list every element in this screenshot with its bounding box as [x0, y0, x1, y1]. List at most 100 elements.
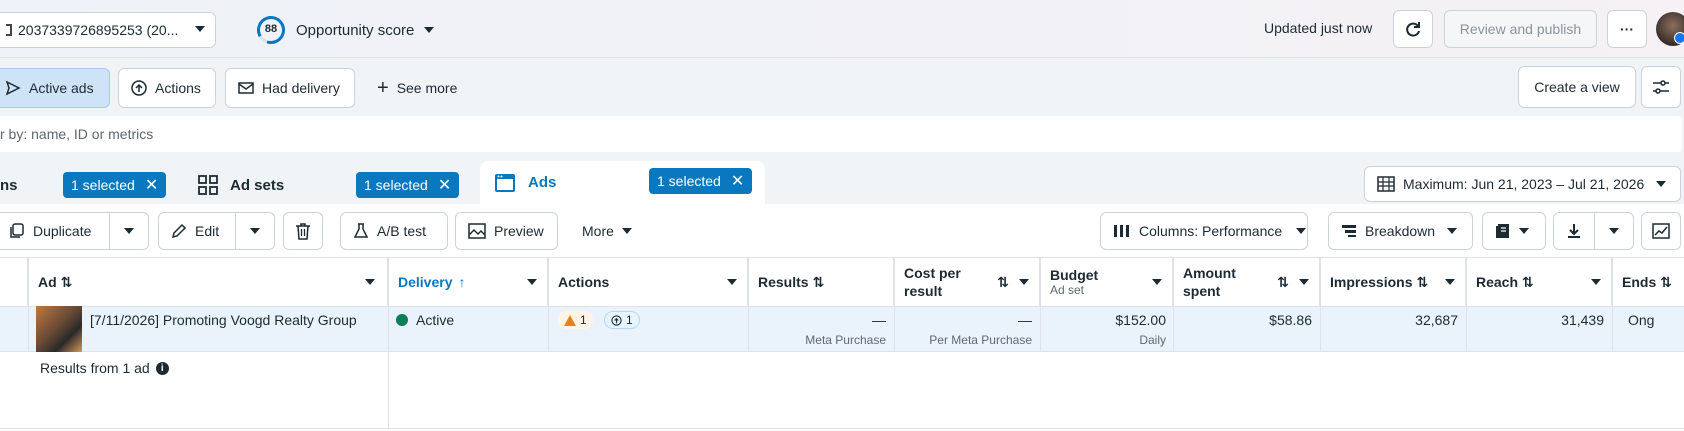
actions-badge[interactable]: 1: [604, 311, 640, 329]
chevron-down-icon[interactable]: [527, 279, 537, 285]
ad-thumbnail[interactable]: [36, 306, 82, 352]
results-summary-label: Results from 1 ad: [40, 360, 150, 376]
chevron-down-icon: [621, 228, 632, 234]
column-header-ad[interactable]: Ad ⇅: [28, 258, 388, 306]
column-header-reach[interactable]: Reach ⇅: [1466, 258, 1612, 306]
close-icon[interactable]: ✕: [438, 175, 451, 195]
sort-icon[interactable]: ⇅: [1522, 274, 1534, 291]
chevron-down-icon[interactable]: [365, 279, 375, 285]
column-header-impressions[interactable]: Impressions ⇅: [1320, 258, 1466, 306]
updated-status: Updated just now: [1264, 20, 1373, 36]
chevron-down-icon: [1447, 228, 1458, 234]
ab-test-button[interactable]: A/B test: [340, 212, 448, 250]
score-value: 88: [264, 23, 278, 35]
search-input[interactable]: r by: name, ID or metrics: [0, 116, 1682, 152]
campaigns-selected-label: 1 selected: [71, 177, 135, 193]
column-header-actions[interactable]: Actions: [548, 258, 748, 306]
ends-value: Ong: [1628, 312, 1655, 328]
budget-subtext: Daily: [1139, 333, 1166, 347]
column-header-ends[interactable]: Ends ⇅: [1612, 258, 1684, 306]
edit-dropdown[interactable]: [235, 212, 275, 250]
column-divider: [1320, 258, 1321, 352]
columns-button[interactable]: Columns: Performance: [1100, 212, 1308, 250]
chevron-down-icon[interactable]: [1152, 279, 1162, 285]
column-budget-sublabel: Ad set: [1050, 283, 1085, 297]
column-divider: [1612, 258, 1613, 352]
filter-active-ads[interactable]: Active ads: [0, 68, 110, 108]
sort-icon[interactable]: ⇅: [61, 274, 73, 291]
column-impressions-label: Impressions: [1330, 274, 1413, 290]
adsets-selected-pill[interactable]: 1 selected ✕: [356, 172, 460, 198]
results-summary: Results from 1 ad i: [40, 360, 169, 376]
duplicate-button[interactable]: Duplicate: [0, 212, 120, 250]
sort-icon[interactable]: ⇅: [1660, 274, 1672, 291]
opportunity-score[interactable]: 88 Opportunity score: [256, 14, 435, 46]
reports-button[interactable]: [1482, 212, 1546, 250]
sort-icon[interactable]: ⇅: [1416, 274, 1428, 291]
chevron-down-icon: [424, 27, 435, 33]
chevron-down-icon: [1609, 228, 1619, 234]
column-header-results[interactable]: Results ⇅: [748, 258, 894, 306]
charts-button[interactable]: [1641, 212, 1681, 250]
create-view-button[interactable]: Create a view: [1518, 66, 1636, 108]
breakdown-icon: [1342, 225, 1356, 237]
trash-icon: [296, 223, 310, 240]
adsets-selected-label: 1 selected: [364, 177, 428, 193]
ab-test-label: A/B test: [377, 223, 427, 239]
view-settings-button[interactable]: [1641, 66, 1681, 108]
duplicate-dropdown[interactable]: [109, 212, 149, 250]
column-header-amount-spent[interactable]: Amount spent ⇅: [1173, 258, 1320, 306]
column-divider: [1173, 258, 1174, 352]
tab-ads-label: Ads: [528, 174, 557, 191]
ad-name[interactable]: [7/11/2026] Promoting Voogd Realty Group: [90, 312, 357, 328]
filter-had-delivery[interactable]: Had delivery: [225, 68, 355, 108]
preview-button[interactable]: Preview: [455, 212, 558, 250]
budget-value[interactable]: $152.00: [1115, 312, 1166, 328]
column-divider: [1466, 258, 1467, 352]
sort-icon[interactable]: ⇅: [813, 274, 825, 291]
more-actions-button[interactable]: More: [570, 212, 650, 250]
campaigns-selected-pill[interactable]: 1 selected ✕: [63, 172, 167, 198]
line-chart-icon: [1652, 223, 1670, 239]
date-range-picker[interactable]: Maximum: Jun 21, 2023 – Jul 21, 2026: [1364, 166, 1681, 202]
columns-icon: [1114, 225, 1129, 237]
top-bar: 2037339726895253 (20... 88 Opportunity s…: [0, 0, 1684, 58]
chevron-down-icon[interactable]: [1445, 279, 1455, 285]
chevron-down-icon[interactable]: [1299, 279, 1309, 285]
active-status-dot: [396, 314, 408, 326]
chevron-down-icon[interactable]: [1019, 279, 1029, 285]
review-publish-button[interactable]: Review and publish: [1444, 10, 1597, 48]
send-icon: [5, 80, 21, 96]
close-icon[interactable]: ✕: [145, 175, 158, 195]
more-actions-label: More: [582, 223, 614, 239]
see-more-button[interactable]: + See more: [365, 68, 485, 108]
column-header-budget[interactable]: Budget Ad set: [1040, 258, 1173, 306]
export-dropdown[interactable]: [1594, 212, 1634, 250]
cost-subtext: Per Meta Purchase: [929, 333, 1032, 347]
filter-actions[interactable]: Actions: [118, 68, 216, 108]
account-selector[interactable]: 2037339726895253 (20...: [0, 12, 216, 48]
ads-selected-pill[interactable]: 1 selected ✕: [649, 168, 753, 194]
export-button[interactable]: [1553, 212, 1595, 250]
close-icon[interactable]: ✕: [731, 171, 744, 191]
sort-icon[interactable]: ⇅: [1277, 274, 1289, 291]
edit-button[interactable]: Edit: [158, 212, 236, 250]
sort-asc-icon[interactable]: ↑: [458, 274, 465, 290]
download-icon: [1568, 224, 1580, 238]
delete-button[interactable]: [283, 212, 323, 250]
filter-active-ads-label: Active ads: [29, 80, 94, 96]
cost-value: —: [1018, 312, 1032, 328]
warning-icon: [564, 314, 576, 326]
more-options-button[interactable]: ···: [1607, 10, 1647, 48]
envelope-icon: [238, 82, 254, 94]
column-header-delivery[interactable]: Delivery ↑: [388, 258, 548, 306]
refresh-button[interactable]: [1393, 10, 1433, 48]
chevron-down-icon[interactable]: [1591, 279, 1601, 285]
breakdown-button[interactable]: Breakdown: [1328, 212, 1473, 250]
column-actions-label: Actions: [558, 274, 610, 290]
warning-badge[interactable]: 1: [558, 311, 593, 329]
chevron-down-icon[interactable]: [727, 279, 737, 285]
sort-icon[interactable]: ⇅: [997, 274, 1009, 291]
info-icon[interactable]: i: [155, 361, 169, 375]
column-header-cost-per-result[interactable]: Cost per result ⇅: [894, 258, 1040, 306]
